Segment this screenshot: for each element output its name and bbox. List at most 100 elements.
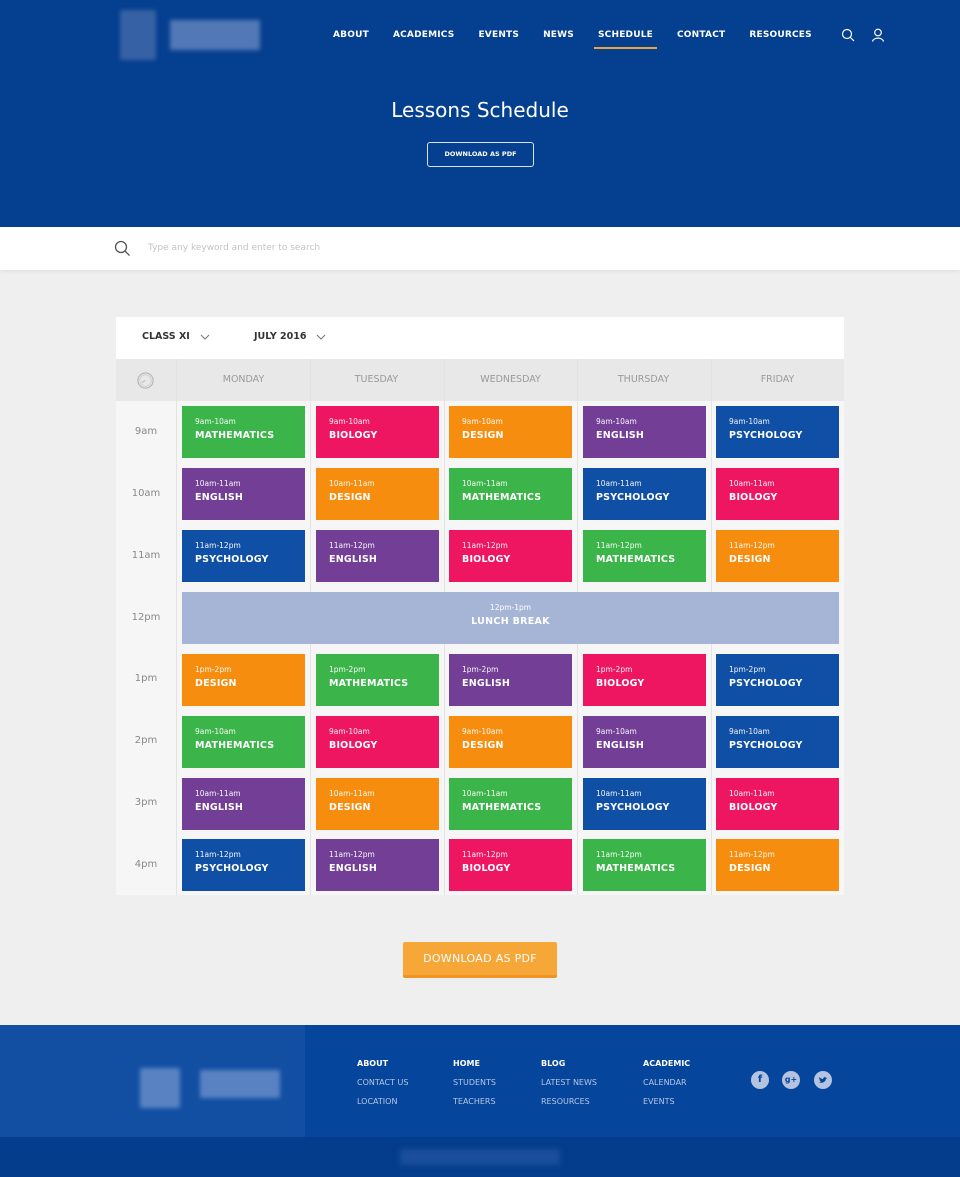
nav-schedule[interactable]: SCHEDULE xyxy=(593,28,658,49)
lesson-time: 11am-12pm xyxy=(462,541,508,550)
footer-link-latest-news[interactable]: LATEST NEWS xyxy=(541,1077,597,1089)
nav-academics[interactable]: ACADEMICS xyxy=(393,28,455,42)
schedule-table: MONDAY TUESDAY WEDNESDAY THURSDAY FRIDAY… xyxy=(116,359,844,895)
time-label: 11am xyxy=(131,550,161,561)
footer-link-resources[interactable]: RESOURCES xyxy=(541,1096,597,1108)
class-select[interactable]: CLASS XI xyxy=(142,331,210,342)
lesson-cell-english[interactable]: 9am-10am ENGLISH xyxy=(583,716,706,768)
lesson-cell-psychology[interactable]: 11am-12pm PSYCHOLOGY xyxy=(182,839,305,891)
footer-link-teachers[interactable]: TEACHERS xyxy=(453,1096,496,1108)
lesson-cell-mathematics[interactable]: 11am-12pm MATHEMATICS xyxy=(583,839,706,891)
site-logo[interactable] xyxy=(112,10,262,60)
lesson-cell-design[interactable]: 9am-10am DESIGN xyxy=(449,716,572,768)
lesson-subject: BIOLOGY xyxy=(462,863,511,874)
schedule-filters: CLASS XI JULY 2016 xyxy=(116,317,844,359)
lesson-cell-design[interactable]: 10am-11am DESIGN xyxy=(316,468,439,520)
lesson-cell-english[interactable]: 10am-11am ENGLISH xyxy=(182,468,305,520)
time-label: 10am xyxy=(131,488,161,499)
main-nav: ABOUT ACADEMICS EVENTS NEWS SCHEDULE CON… xyxy=(333,27,896,49)
lesson-cell-biology[interactable]: 10am-11am BIOLOGY xyxy=(716,778,839,830)
footer-link-students[interactable]: STUDENTS xyxy=(453,1077,496,1089)
lesson-time: 10am-11am xyxy=(329,789,375,798)
footer-link-events[interactable]: EVENTS xyxy=(643,1096,690,1108)
nav-resources[interactable]: RESOURCES xyxy=(749,28,811,42)
footer-link-location[interactable]: LOCATION xyxy=(357,1096,408,1108)
facebook-icon[interactable]: f xyxy=(751,1071,769,1089)
lesson-cell-mathematics[interactable]: 9am-10am MATHEMATICS xyxy=(182,406,305,458)
lesson-cell-mathematics[interactable]: 1pm-2pm MATHEMATICS xyxy=(316,654,439,706)
lesson-subject: MATHEMATICS xyxy=(462,492,542,503)
lesson-cell-psychology[interactable]: 1pm-2pm PSYCHOLOGY xyxy=(716,654,839,706)
month-select[interactable]: JULY 2016 xyxy=(254,331,326,342)
lesson-cell-psychology[interactable]: 9am-10am PSYCHOLOGY xyxy=(716,406,839,458)
lesson-cell-psychology[interactable]: 10am-11am PSYCHOLOGY xyxy=(583,778,706,830)
footer-link-academic[interactable]: ACADEMIC xyxy=(643,1058,690,1070)
footer-column-home: HOME STUDENTS TEACHERS xyxy=(453,1058,496,1115)
footer-link-blog[interactable]: BLOG xyxy=(541,1058,597,1070)
lesson-time: 11am-12pm xyxy=(596,850,642,859)
lesson-subject: BIOLOGY xyxy=(329,430,378,441)
lesson-cell-mathematics[interactable]: 9am-10am MATHEMATICS xyxy=(182,716,305,768)
lesson-time: 9am-10am xyxy=(195,727,236,736)
lesson-cell-mathematics[interactable]: 10am-11am MATHEMATICS xyxy=(449,468,572,520)
page-title: Lessons Schedule xyxy=(391,98,569,122)
lesson-subject: PSYCHOLOGY xyxy=(596,802,670,813)
nav-about[interactable]: ABOUT xyxy=(333,28,369,42)
lesson-subject: ENGLISH xyxy=(329,554,378,565)
lesson-cell-design[interactable]: 1pm-2pm DESIGN xyxy=(182,654,305,706)
lesson-cell-psychology[interactable]: 10am-11am PSYCHOLOGY xyxy=(583,468,706,520)
download-pdf-button[interactable]: DOWNLOAD AS PDF xyxy=(403,942,557,978)
lesson-cell-english[interactable]: 9am-10am ENGLISH xyxy=(583,406,706,458)
lesson-cell-design[interactable]: 11am-12pm DESIGN xyxy=(716,530,839,582)
lesson-subject: MATHEMATICS xyxy=(329,678,409,689)
nav-news[interactable]: NEWS xyxy=(543,28,574,42)
nav-contact[interactable]: CONTACT xyxy=(677,28,725,42)
lesson-subject: BIOLOGY xyxy=(729,492,778,503)
footer-link-home[interactable]: HOME xyxy=(453,1058,496,1070)
download-pdf-header-button[interactable]: DOWNLOAD AS PDF xyxy=(427,142,534,167)
twitter-icon[interactable] xyxy=(814,1071,832,1089)
lesson-subject: ENGLISH xyxy=(462,678,511,689)
lesson-cell-biology[interactable]: 11am-12pm BIOLOGY xyxy=(449,530,572,582)
day-header-monday: MONDAY xyxy=(222,374,265,385)
lesson-subject: DESIGN xyxy=(195,678,237,689)
lesson-cell-design[interactable]: 9am-10am DESIGN xyxy=(449,406,572,458)
nav-events[interactable]: EVENTS xyxy=(478,28,519,42)
lesson-cell-english[interactable]: 1pm-2pm ENGLISH xyxy=(449,654,572,706)
lesson-cell-english[interactable]: 11am-12pm ENGLISH xyxy=(316,839,439,891)
user-icon[interactable] xyxy=(870,27,886,43)
lesson-cell-mathematics[interactable]: 11am-12pm MATHEMATICS xyxy=(583,530,706,582)
lesson-time: 9am-10am xyxy=(596,417,637,426)
lesson-cell-design[interactable]: 10am-11am DESIGN xyxy=(316,778,439,830)
lesson-cell-english[interactable]: 11am-12pm ENGLISH xyxy=(316,530,439,582)
column-divider xyxy=(176,359,177,895)
footer-logo-pane xyxy=(0,1025,305,1137)
search-icon[interactable] xyxy=(840,27,856,43)
footer-link-contact-us[interactable]: CONTACT US xyxy=(357,1077,408,1089)
lesson-time: 10am-11am xyxy=(195,789,241,798)
search-input[interactable] xyxy=(148,239,548,257)
lesson-subject: BIOLOGY xyxy=(729,802,778,813)
google-plus-icon[interactable]: g+ xyxy=(782,1071,800,1089)
lesson-subject: DESIGN xyxy=(329,802,371,813)
lesson-cell-design[interactable]: 11am-12pm DESIGN xyxy=(716,839,839,891)
lesson-cell-psychology[interactable]: 9am-10am PSYCHOLOGY xyxy=(716,716,839,768)
header-hero: ABOUT ACADEMICS EVENTS NEWS SCHEDULE CON… xyxy=(0,0,960,227)
lesson-time: 9am-10am xyxy=(729,417,770,426)
footer-link-calendar[interactable]: CALENDAR xyxy=(643,1077,690,1089)
copyright-bar xyxy=(0,1137,960,1177)
lesson-cell-biology[interactable]: 9am-10am BIOLOGY xyxy=(316,406,439,458)
lesson-time: 11am-12pm xyxy=(729,541,775,550)
lesson-cell-biology[interactable]: 11am-12pm BIOLOGY xyxy=(449,839,572,891)
lesson-time: 10am-11am xyxy=(195,479,241,488)
lesson-cell-psychology[interactable]: 11am-12pm PSYCHOLOGY xyxy=(182,530,305,582)
lesson-cell-biology[interactable]: 10am-11am BIOLOGY xyxy=(716,468,839,520)
lesson-cell-biology[interactable]: 1pm-2pm BIOLOGY xyxy=(583,654,706,706)
lesson-time: 10am-11am xyxy=(462,789,508,798)
lesson-cell-english[interactable]: 10am-11am ENGLISH xyxy=(182,778,305,830)
footer-link-about[interactable]: ABOUT xyxy=(357,1058,408,1070)
day-header-wednesday: WEDNESDAY xyxy=(480,374,541,385)
lesson-time: 11am-12pm xyxy=(329,850,375,859)
lesson-cell-mathematics[interactable]: 10am-11am MATHEMATICS xyxy=(449,778,572,830)
lesson-cell-biology[interactable]: 9am-10am BIOLOGY xyxy=(316,716,439,768)
